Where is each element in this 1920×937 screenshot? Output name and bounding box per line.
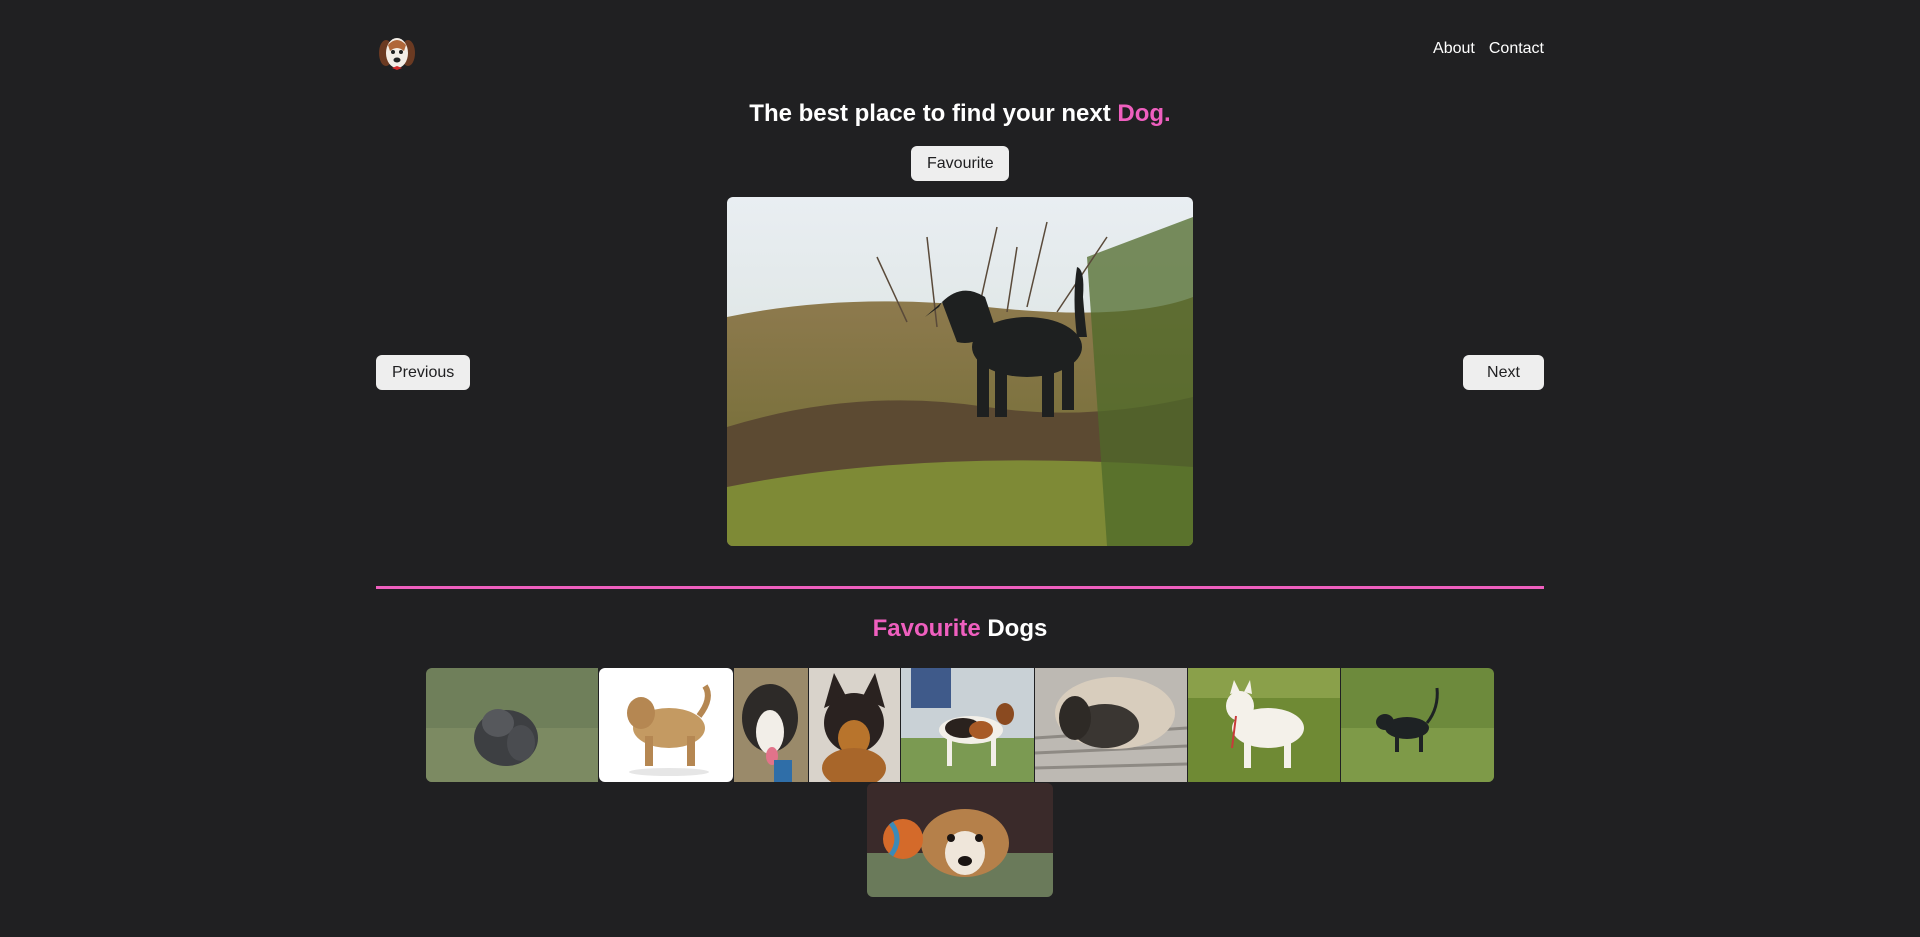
favourite-dog-thumbnail[interactable] bbox=[1188, 668, 1340, 782]
section-divider bbox=[376, 586, 1544, 589]
favourite-dog-thumbnail[interactable] bbox=[867, 783, 1053, 897]
favourite-dog-thumbnail[interactable] bbox=[901, 668, 1034, 782]
nav-contact-link[interactable]: Contact bbox=[1489, 40, 1544, 58]
favourite-dog-thumbnail[interactable] bbox=[734, 668, 808, 782]
dog-logo-icon[interactable] bbox=[378, 33, 416, 73]
nav-about-link[interactable]: About bbox=[1433, 40, 1475, 58]
favourite-dog-thumbnail[interactable] bbox=[1035, 668, 1187, 782]
top-nav: About Contact bbox=[1433, 40, 1544, 58]
headline-text: The best place to find your next bbox=[749, 100, 1118, 127]
favourites-title: Favourite Dogs bbox=[376, 614, 1544, 644]
previous-button[interactable]: Previous bbox=[376, 355, 470, 390]
page-headline: The best place to find your next Dog. bbox=[376, 99, 1544, 129]
favourite-dog-thumbnail[interactable] bbox=[809, 668, 900, 782]
favourite-dog-thumbnail[interactable] bbox=[426, 668, 598, 782]
favourite-dog-thumbnail[interactable] bbox=[599, 668, 733, 782]
page-container: About Contact The best place to find you… bbox=[376, 0, 1544, 937]
current-dog-image bbox=[727, 197, 1193, 546]
headline-accent: Dog. bbox=[1117, 100, 1171, 127]
favourites-title-accent: Favourite bbox=[872, 615, 981, 642]
favourite-button[interactable]: Favourite bbox=[911, 146, 1009, 181]
favourites-title-rest: Dogs bbox=[980, 615, 1048, 642]
next-button[interactable]: Next bbox=[1463, 355, 1544, 390]
favourite-dog-thumbnail[interactable] bbox=[1341, 668, 1494, 782]
